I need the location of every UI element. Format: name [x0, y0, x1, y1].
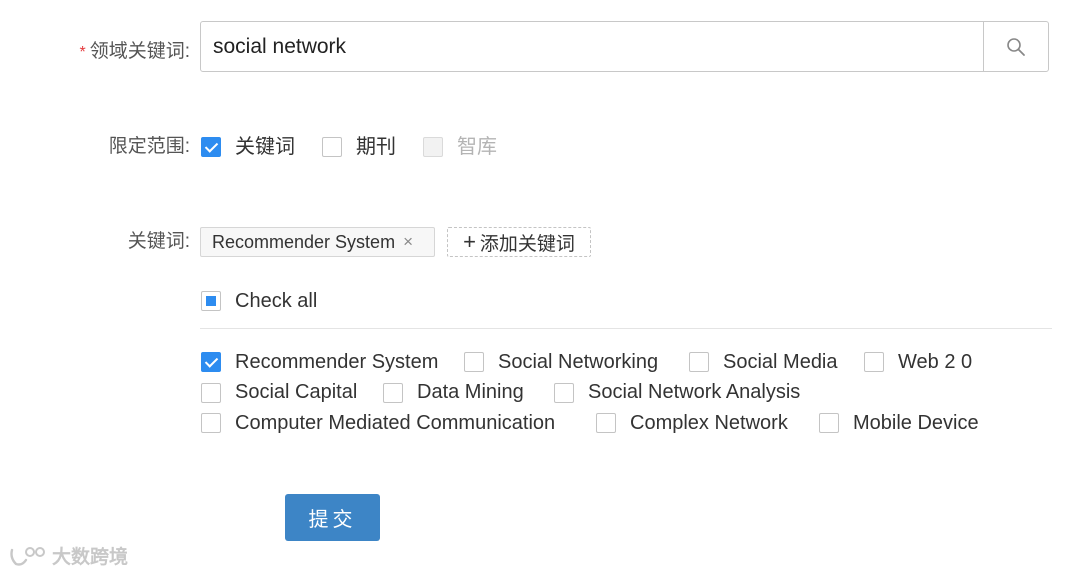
option-checkbox-recommender-system[interactable] — [201, 352, 221, 372]
keywords-label: 关键词: — [127, 231, 190, 252]
search-icon — [1007, 37, 1025, 56]
option-label-web-2-0[interactable]: Web 2 0 — [898, 350, 972, 374]
tag-close-icon[interactable]: × — [403, 232, 413, 252]
option-label-social-network-analysis[interactable]: Social Network Analysis — [588, 380, 800, 404]
domain-keyword-label-text: 领域关键词: — [89, 41, 190, 62]
required-asterisk: * — [79, 44, 86, 61]
plus-icon: + — [463, 229, 476, 254]
add-keyword-label: 添加关键词 — [479, 233, 575, 255]
scope-thinktank-label: 智库 — [457, 136, 497, 158]
option-label-social-media[interactable]: Social Media — [723, 350, 838, 374]
option-checkbox-data-mining[interactable] — [383, 383, 403, 403]
option-checkbox-social-networking[interactable] — [464, 352, 484, 372]
option-label-computer-mediated-communication[interactable]: Computer Mediated Communication — [235, 411, 555, 435]
domain-keyword-input[interactable] — [201, 22, 984, 71]
scope-thinktank-checkbox — [423, 137, 443, 157]
keyword-tag: Recommender System × — [200, 227, 435, 257]
option-checkbox-social-network-analysis[interactable] — [554, 383, 574, 403]
scope-keyword-checkbox[interactable] — [201, 137, 221, 157]
option-checkbox-mobile-device[interactable] — [819, 413, 839, 433]
watermark-text: 大数跨境 — [52, 547, 129, 568]
scope-journal-checkbox[interactable] — [322, 137, 342, 157]
option-label-complex-network[interactable]: Complex Network — [630, 411, 788, 435]
divider — [200, 328, 1052, 329]
add-keyword-button[interactable]: + 添加关键词 — [447, 227, 591, 257]
scope-label: 限定范围: — [108, 136, 190, 157]
scope-journal-label[interactable]: 期刊 — [356, 135, 396, 159]
domain-keyword-search-box — [200, 21, 1049, 72]
check-all-label[interactable]: Check all — [235, 289, 317, 313]
keyword-tag-text: Recommender System — [212, 231, 396, 252]
option-checkbox-social-media[interactable] — [689, 352, 709, 372]
option-checkbox-web-2-0[interactable] — [864, 352, 884, 372]
option-label-social-capital[interactable]: Social Capital — [235, 380, 357, 404]
option-label-social-networking[interactable]: Social Networking — [498, 350, 658, 374]
option-checkbox-computer-mediated-communication[interactable] — [201, 413, 221, 433]
check-all-checkbox[interactable] — [201, 291, 221, 311]
domain-keyword-label: * 领域关键词: — [79, 40, 190, 65]
submit-button[interactable]: 提交 — [285, 494, 380, 541]
option-checkbox-complex-network[interactable] — [596, 413, 616, 433]
option-label-mobile-device[interactable]: Mobile Device — [853, 411, 979, 435]
option-label-data-mining[interactable]: Data Mining — [417, 380, 524, 404]
search-button[interactable] — [983, 22, 1048, 71]
option-label-recommender-system[interactable]: Recommender System — [235, 350, 438, 374]
option-checkbox-social-capital[interactable] — [201, 383, 221, 403]
scope-keyword-label[interactable]: 关键词 — [235, 135, 295, 159]
watermark: 大数跨境 — [8, 542, 128, 569]
watermark-logo-icon — [10, 546, 45, 566]
